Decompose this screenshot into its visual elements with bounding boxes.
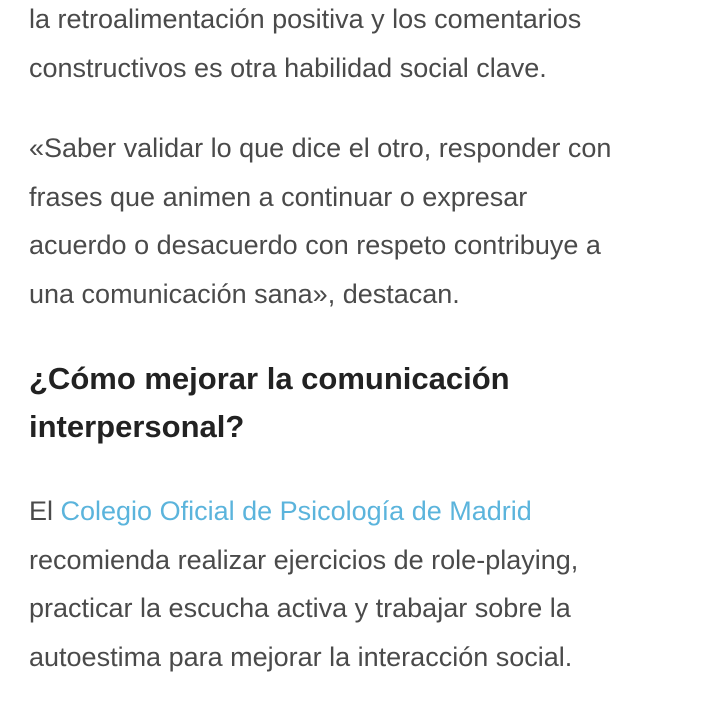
heading-line: interpersonal? <box>29 409 245 444</box>
paragraph-line: constructivos es otra habilidad social c… <box>29 52 547 83</box>
paragraph-social-skills: la retroalimentación positiva y los come… <box>29 0 699 92</box>
paragraph-line: practicar la escucha activa y trabajar s… <box>29 593 571 623</box>
paragraph-line: recomienda realizar ejercicios de role-p… <box>29 544 579 575</box>
paragraph-prefix: El <box>29 496 61 526</box>
colegio-psicologia-link[interactable]: Colegio Oficial de Psicología de Madrid <box>61 496 532 526</box>
paragraph-quote: «Saber validar lo que dice el otro, resp… <box>29 124 699 318</box>
paragraph-line: una comunicación sana», destacan. <box>29 278 460 309</box>
paragraph-recommendation: El Colegio Oficial de Psicología de Madr… <box>29 487 699 681</box>
paragraph-line: «Saber validar lo que dice el otro, resp… <box>29 133 612 163</box>
paragraph-line: la retroalimentación positiva y los come… <box>29 4 582 34</box>
paragraph-line: frases que animen a continuar o expresar <box>29 181 528 212</box>
paragraph-line: autoestima para mejorar la interacción s… <box>29 641 573 672</box>
section-heading: ¿Cómo mejorar la comunicación interperso… <box>29 355 699 451</box>
paragraph-line: El Colegio Oficial de Psicología de Madr… <box>29 487 699 536</box>
heading-line: ¿Cómo mejorar la comunicación <box>29 361 510 396</box>
paragraph-line: acuerdo o desacuerdo con respeto contrib… <box>29 230 601 260</box>
